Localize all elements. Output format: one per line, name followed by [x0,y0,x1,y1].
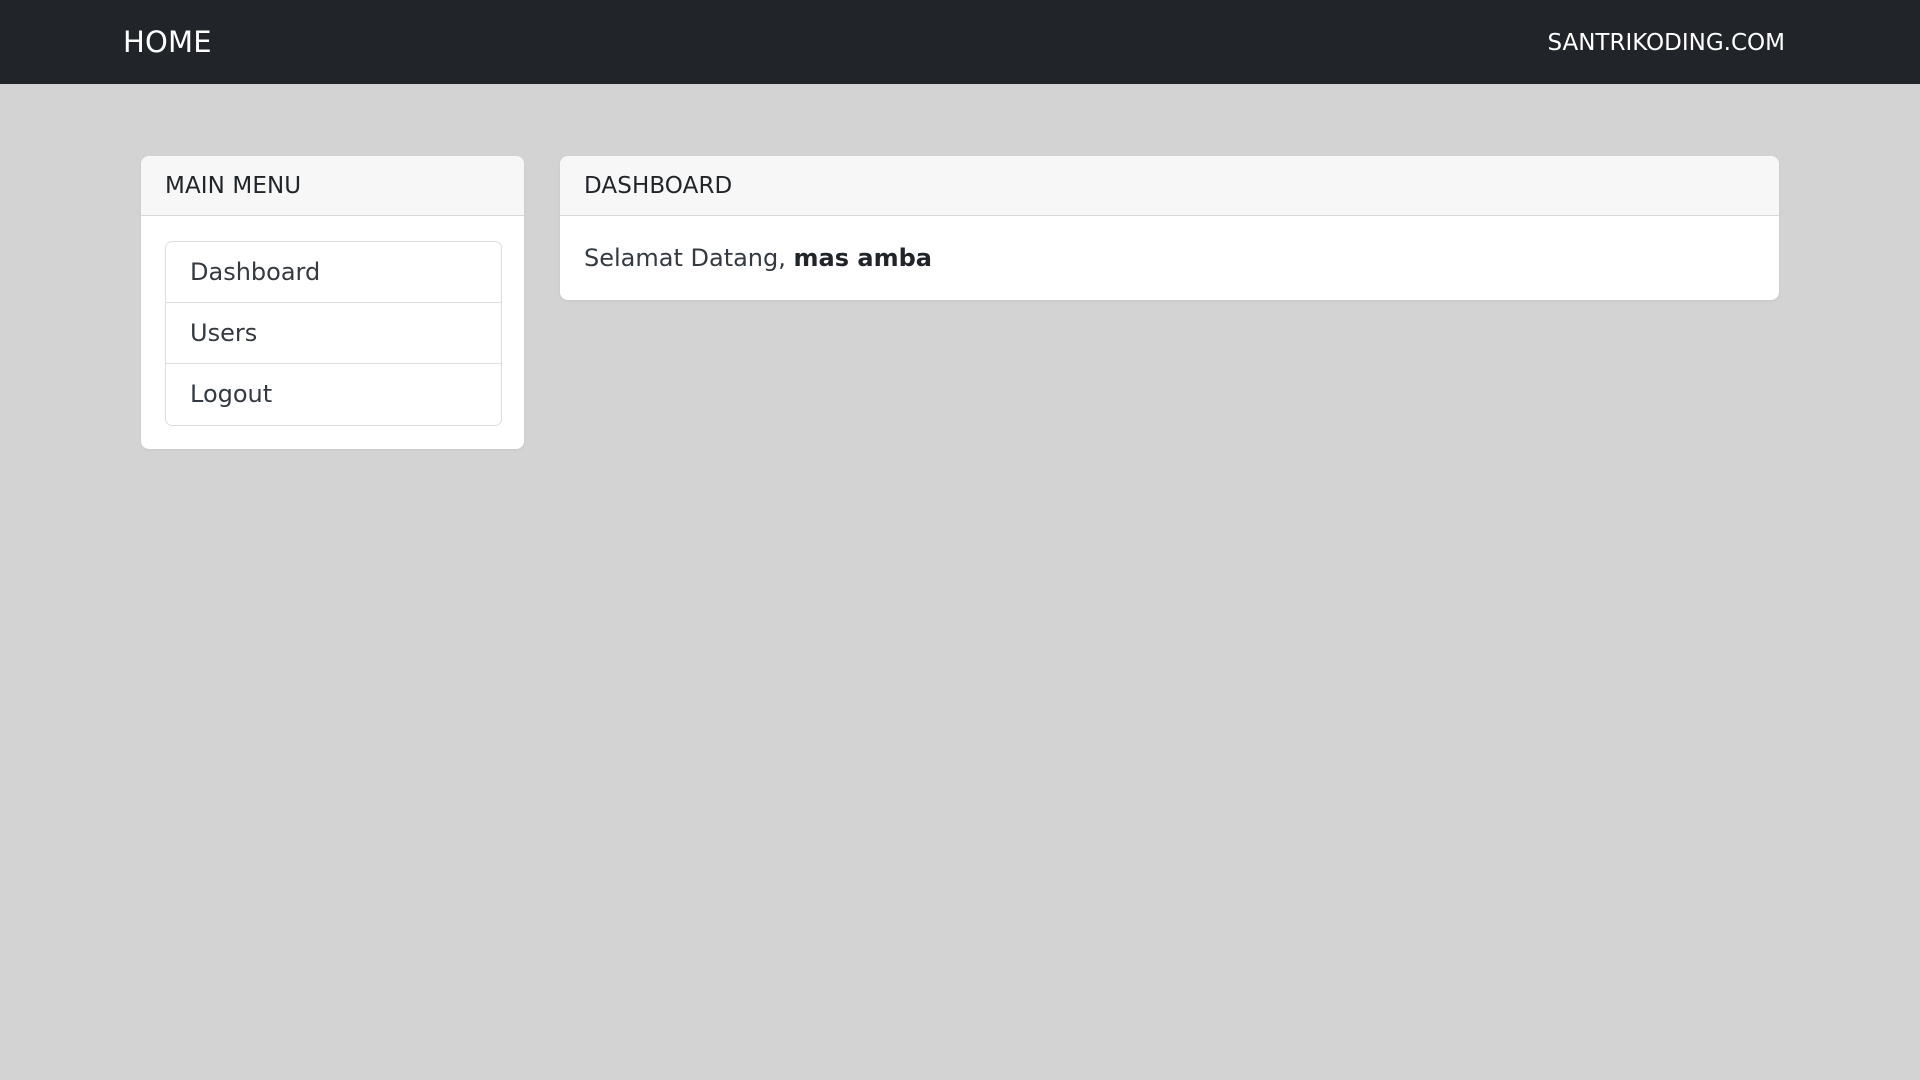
user-name: mas amba [793,244,932,272]
main-menu-list: Dashboard Users Logout [165,241,502,426]
main-menu-card: MAIN MENU Dashboard Users Logout [141,156,524,449]
top-navbar: HOME SANTRIKODING.COM [0,0,1920,84]
welcome-prefix: Selamat Datang, [584,244,786,272]
main-menu-title: MAIN MENU [141,156,524,216]
sidebar-item-label: Dashboard [190,258,321,286]
dashboard-title: DASHBOARD [560,156,1779,216]
sidebar-item-logout[interactable]: Logout [166,364,501,425]
sidebar-item-dashboard[interactable]: Dashboard [166,242,501,303]
home-link[interactable]: HOME [123,24,212,60]
dashboard-card: DASHBOARD Selamat Datang, mas amba [560,156,1779,300]
sidebar-item-label: Users [190,319,258,347]
welcome-message: Selamat Datang, mas amba [584,241,932,275]
sidebar-item-users[interactable]: Users [166,303,501,364]
santrikoding-link[interactable]: SANTRIKODING.COM [1547,27,1785,59]
sidebar-item-label: Logout [190,380,273,408]
